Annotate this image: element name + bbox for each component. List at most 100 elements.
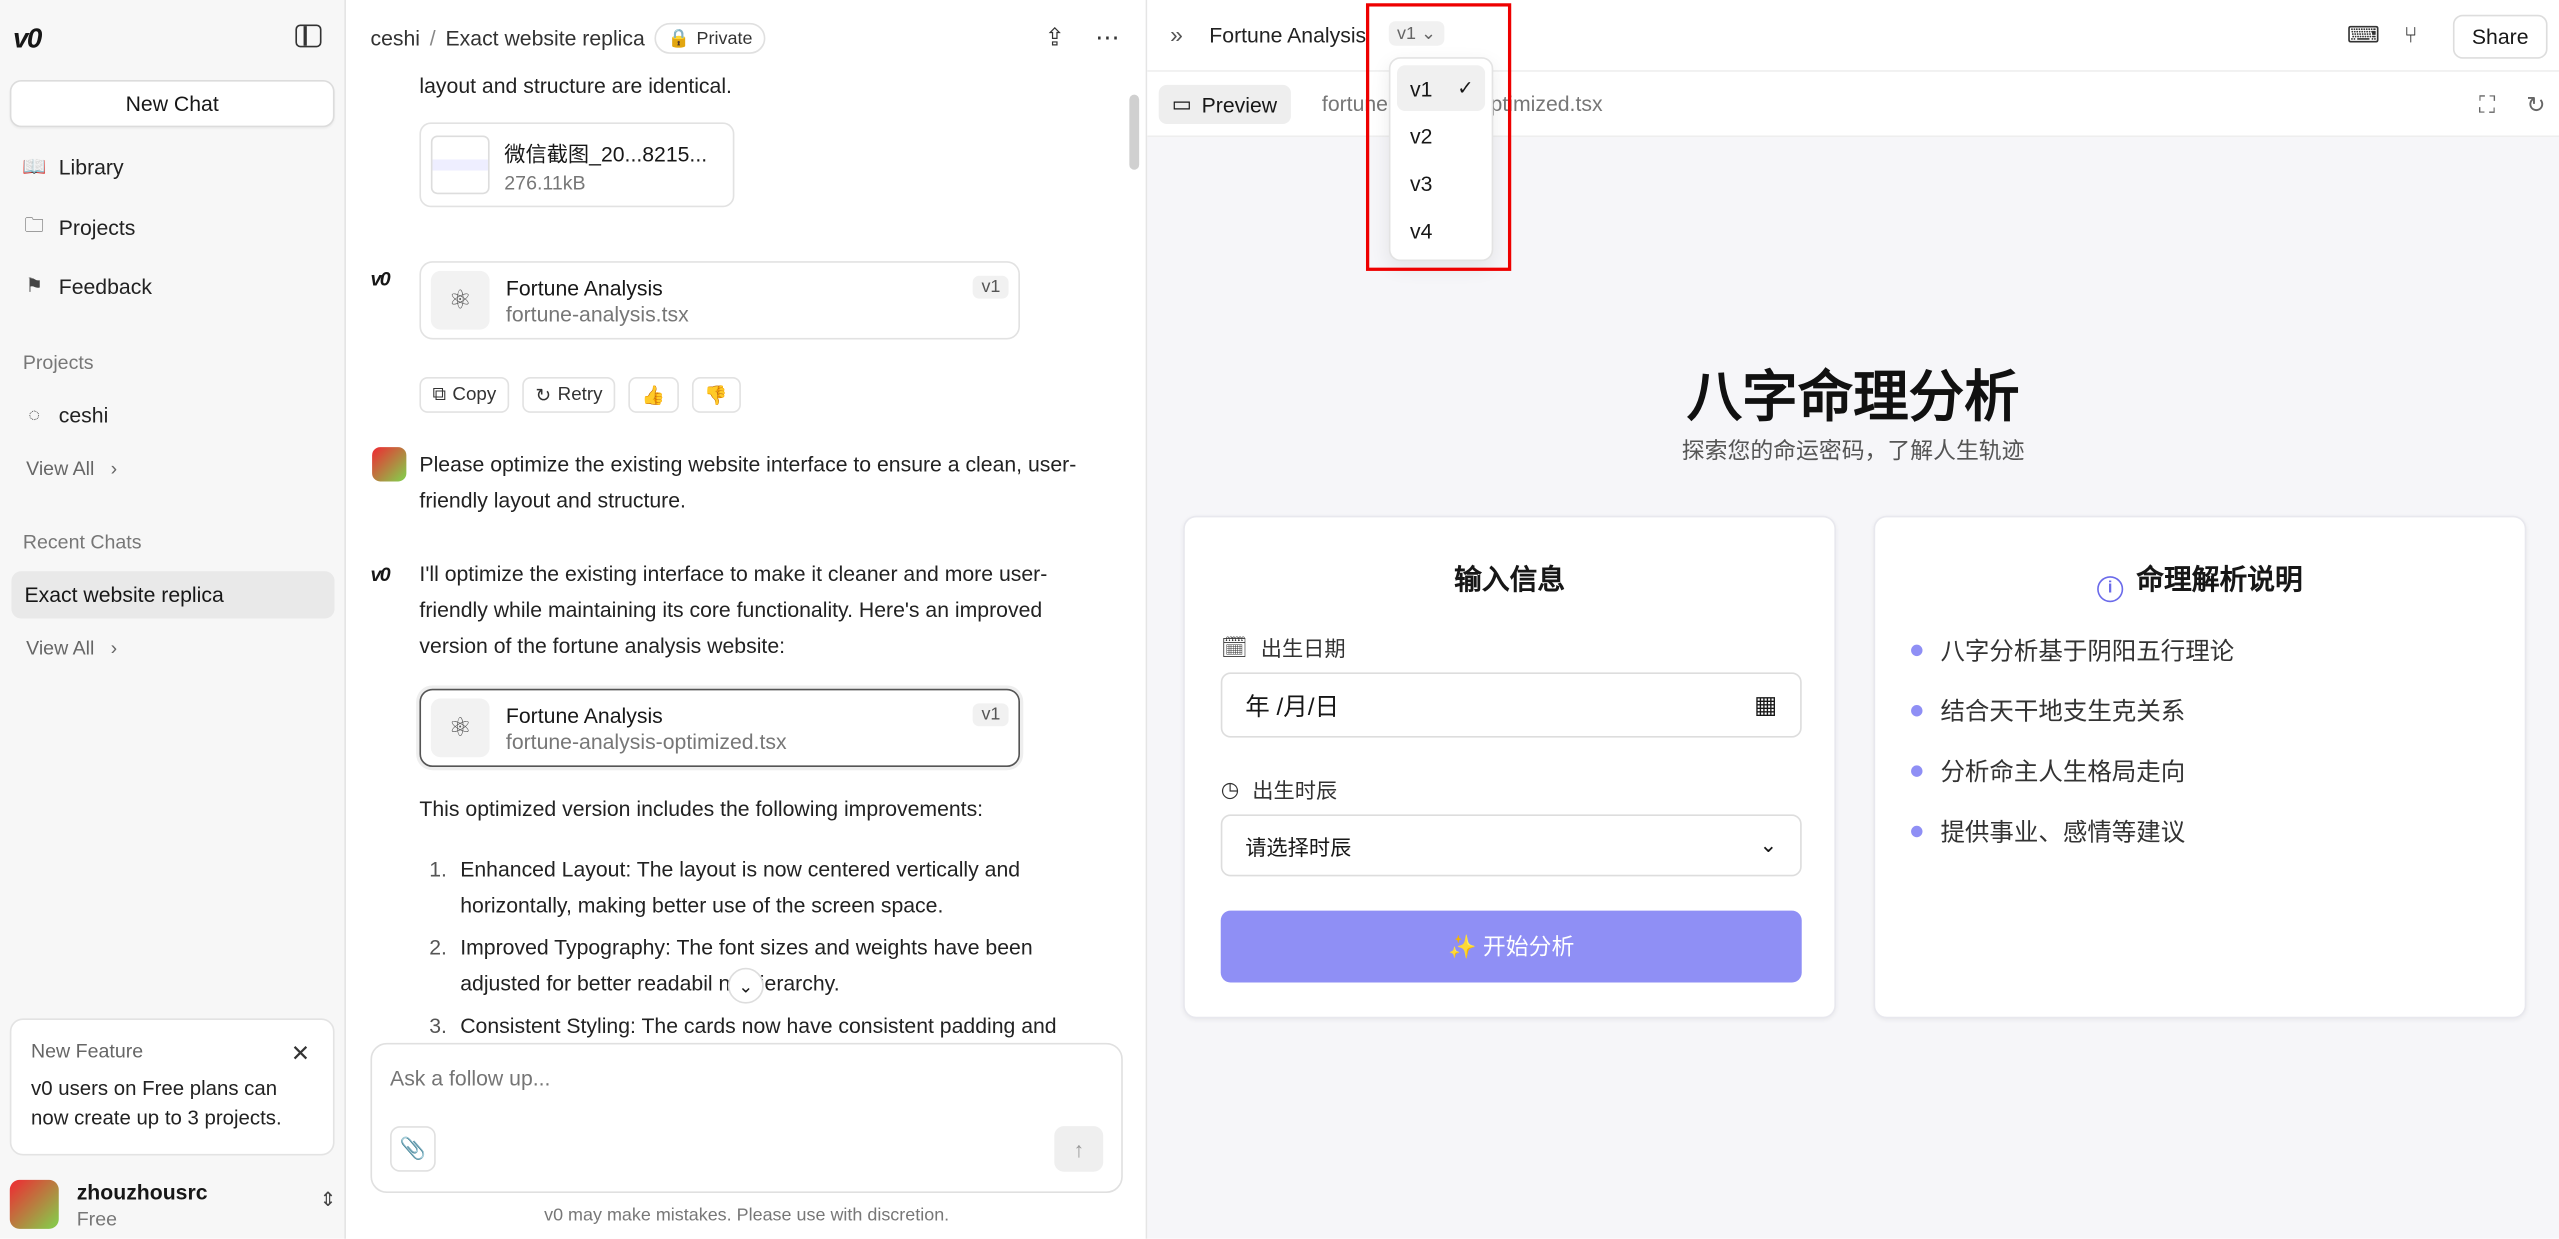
view-all-label: View All [26, 636, 95, 660]
sidebar-item-label: Feedback [58, 273, 152, 298]
user-menu[interactable]: zhouzhousrc Free ⇕ [9, 1175, 337, 1234]
date-label: 🗓 出生日期 [1221, 632, 1346, 663]
breadcrumb-chat[interactable]: Exact website replica [446, 26, 645, 50]
tab-preview[interactable]: ▭ Preview [1158, 84, 1291, 125]
fullscreen-icon[interactable]: ⛶ [2479, 91, 2495, 119]
start-analysis-button[interactable]: ✨ 开始分析 [1220, 910, 1802, 983]
code-card-selected[interactable]: ⚛ Fortune Analysis fortune-analysis-opti… [419, 688, 1021, 768]
panel-title-row: i 命理解析说明 [1875, 557, 2525, 602]
card-title: Fortune Analysis [505, 702, 663, 728]
recent-chats-label: Recent Chats [22, 530, 142, 554]
breadcrumb-project[interactable]: ceshi [370, 26, 420, 50]
highlight-annotation [1365, 3, 1512, 271]
scrollbar[interactable] [1129, 94, 1140, 170]
label-text: 出生日期 [1260, 636, 1346, 661]
preview-title: Fortune Analysis [1209, 22, 1367, 48]
retry-button[interactable]: ↻ Retry [522, 376, 616, 413]
lock-icon: 🔒 [667, 29, 691, 49]
copy-label: Copy [452, 385, 497, 405]
chevron-updown-icon: ⇕ [319, 1188, 337, 1211]
birth-time-select[interactable]: 请选择时辰 ⌄ [1220, 814, 1802, 877]
react-icon: ⚛ [430, 270, 490, 330]
collapse-icon[interactable]: » [1170, 21, 1183, 47]
birth-date-input[interactable]: 年 /月/日 ▦ [1220, 672, 1802, 738]
list-number: 2. [429, 935, 447, 960]
card-filename: fortune-analysis-optimized.tsx [505, 728, 787, 754]
list-item: 八字分析基于阴阳五行理论 [1911, 632, 2234, 668]
project-item-ceshi[interactable]: ◌ ceshi [23, 398, 108, 431]
follow-up-input[interactable] [390, 1065, 1076, 1091]
list-number: 1. [429, 856, 447, 882]
apple-icon: ◌ [28, 403, 41, 426]
panel-title: 输入信息 [1454, 564, 1566, 596]
attachment-name: 微信截图_20...8215... [504, 141, 708, 166]
version-badge: v1 [973, 703, 1009, 727]
v0-bot-avatar: v0 [370, 563, 390, 586]
attach-button[interactable]: 📎 [390, 1126, 436, 1172]
close-icon[interactable]: ✕ [291, 1040, 310, 1068]
message-text: layout and structure are identical. [419, 73, 732, 98]
chevron-right-icon: › [110, 456, 118, 480]
copy-icon: ⧉ [432, 384, 446, 404]
code-card[interactable]: ⚛ Fortune Analysis fortune-analysis.tsx … [419, 261, 1021, 340]
list-text: Enhanced Layout: The layout is now cente… [460, 856, 1021, 918]
avatar [9, 1179, 59, 1229]
share-export-icon[interactable]: ⇪ [1044, 23, 1065, 52]
thumbs-down-button[interactable]: 👎 [691, 376, 741, 413]
info-icon: i [2097, 575, 2124, 602]
scroll-down-button[interactable]: ⌄ [727, 967, 764, 1004]
preview-panel: » Fortune Analysis v1 ⌄ ⌨ ⑂ Share ▭ Prev… [1147, 0, 2559, 1239]
privacy-badge[interactable]: 🔒 Private [654, 22, 766, 54]
git-branch-icon[interactable]: ⑂ [2404, 21, 2418, 47]
share-button[interactable]: Share [2452, 14, 2548, 59]
bullet-dot [1911, 643, 1923, 656]
refresh-icon: ↻ [535, 386, 552, 407]
user-plan: Free [76, 1206, 117, 1230]
attachment-size: 276.11kB [504, 170, 586, 194]
refresh-icon[interactable]: ↻ [2526, 91, 2545, 119]
sidebar-toggle-icon[interactable] [295, 24, 322, 48]
improvements-intro: This optimized version includes the foll… [419, 796, 984, 821]
disclaimer: v0 may make mistakes. Please use with di… [544, 1206, 950, 1226]
version-badge: v1 [973, 275, 1009, 299]
composer: 📎 ↑ [370, 1042, 1123, 1193]
privacy-label: Private [696, 28, 753, 49]
v0-bot-avatar: v0 [370, 267, 390, 291]
sidebar-item-label: Library [58, 154, 124, 179]
thumbs-up-icon: 👍 [641, 386, 666, 407]
calendar-picker-icon[interactable]: ▦ [1754, 690, 1777, 720]
tab-label: Preview [1201, 92, 1278, 117]
feature-body: v0 users on Free plans can now create up… [31, 1077, 282, 1130]
recent-chat-item[interactable]: Exact website replica [11, 571, 335, 619]
bullet-dot [1911, 704, 1923, 716]
list-item: 1. Enhanced Layout: The layout is now cen… [419, 852, 1104, 924]
sidebar-item-library[interactable]: 📖 Library [22, 150, 124, 183]
copy-button[interactable]: ⧉ Copy [419, 376, 510, 413]
user-name: zhouzhousrc [76, 1179, 208, 1204]
attachment-thumbnail [430, 135, 490, 195]
date-value: 年 /月/日 [1245, 692, 1340, 721]
input-panel: 输入信息 🗓 出生日期 年 /月/日 ▦ ◷ 出生时辰 请选择时辰 ⌄ ✨ 开始… [1183, 515, 1836, 1019]
browser-window-icon: ▭ [1171, 91, 1192, 116]
projects-section-label: Projects [22, 350, 94, 374]
retry-label: Retry [557, 385, 603, 405]
paperclip-icon: 📎 [399, 1135, 427, 1161]
thumbs-up-button[interactable]: 👍 [628, 376, 679, 413]
sidebar: v0 New Chat 📖 Library 🗀 Projects ⚑ Feedb… [0, 0, 346, 1239]
chevron-right-icon: › [110, 636, 118, 660]
send-button[interactable]: ↑ [1054, 1126, 1104, 1172]
new-feature-card: New Feature ✕ v0 users on Free plans can… [9, 1018, 335, 1156]
panel-title: 命理解析说明 [2136, 564, 2303, 596]
view-all-projects-link[interactable]: View All › [26, 457, 117, 480]
v0-logo[interactable]: v0 [13, 23, 42, 56]
list-text: 结合天干地支生克关系 [1940, 697, 2186, 726]
sidebar-item-projects[interactable]: 🗀 Projects [23, 211, 135, 244]
sidebar-item-feedback[interactable]: ⚑ Feedback [23, 269, 152, 302]
new-chat-button[interactable]: New Chat [9, 79, 335, 128]
list-item: 3. Consistent Styling: The cards now have… [419, 1009, 1104, 1045]
more-options-icon[interactable]: ⋯ [1095, 23, 1119, 52]
terminal-icon[interactable]: ⌨ [2347, 21, 2380, 49]
calendar-icon: 🗓 [1220, 634, 1248, 659]
view-all-chats-link[interactable]: View All › [26, 636, 117, 659]
attachment-card[interactable]: 微信截图_20...8215... 276.11kB [419, 122, 735, 208]
